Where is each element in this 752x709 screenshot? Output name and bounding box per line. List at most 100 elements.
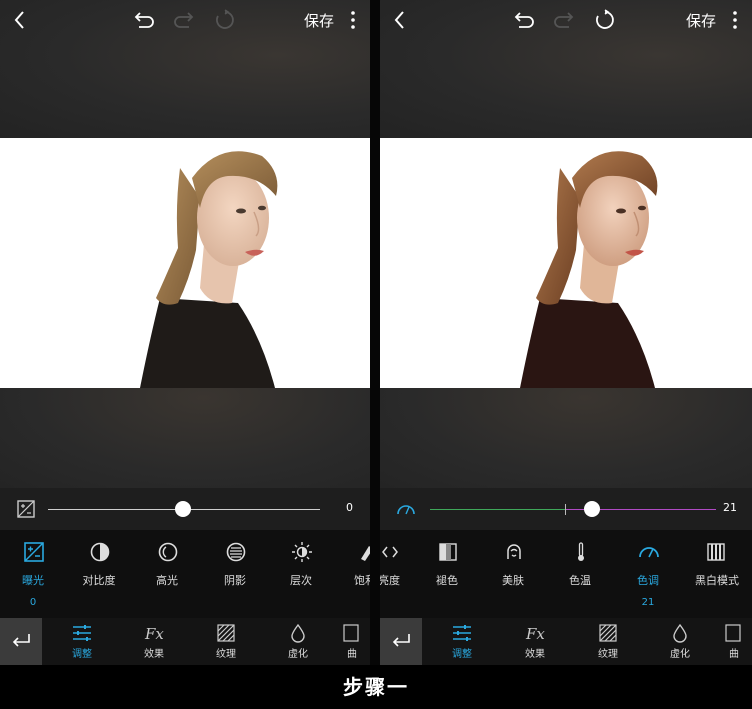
slider-knob[interactable] — [175, 501, 191, 517]
tool-label: 褪色 — [436, 574, 458, 587]
nav-label: 纹理 — [598, 649, 618, 660]
nav-label: 曲 — [347, 649, 357, 660]
nav-effect[interactable]: Fx 效果 — [124, 618, 184, 665]
slider-knob[interactable] — [584, 501, 600, 517]
back-icon[interactable] — [10, 8, 30, 32]
nav-label: 虚化 — [670, 649, 690, 660]
editor-panel-after: 保存 21 亮度 褪色 美肤 色温 色调 21 黑白模式 调整 Fx 效果 纹理… — [380, 0, 752, 665]
exposure-icon — [16, 499, 36, 519]
tool-value: 0 — [29, 597, 37, 608]
tool-saturation[interactable]: 饱和 — [332, 530, 370, 618]
slider-value: 21 — [723, 501, 737, 514]
nav-effect[interactable]: Fx 效果 — [505, 618, 565, 665]
tool-label: 色温 — [569, 574, 591, 587]
return-icon — [392, 634, 410, 647]
editor-panel-before: 保存 0 曝光 0 对比度 高光 阴影 层次 饱 调整 Fx 效果 纹理 虚化 … — [0, 0, 370, 665]
saturation-icon — [355, 541, 370, 563]
tool-label: 高光 — [156, 574, 178, 587]
nav-label: 效果 — [144, 649, 164, 660]
structure-icon — [291, 541, 313, 563]
tool-label: 色调 — [637, 574, 659, 587]
panel-separator — [370, 0, 380, 665]
more-icon[interactable] — [348, 9, 358, 31]
tint-icon — [638, 541, 660, 563]
undo-icon[interactable] — [514, 10, 536, 30]
top-toolbar: 保存 — [380, 0, 752, 40]
portrait-photo — [0, 138, 370, 388]
exposure-icon — [23, 541, 45, 563]
photo-preview — [380, 138, 752, 388]
slider-track-green[interactable] — [430, 509, 566, 510]
photo-preview — [0, 138, 370, 388]
tool-label: 曝光 — [22, 574, 44, 587]
return-icon — [12, 634, 30, 647]
fade-icon — [437, 541, 459, 563]
svg-text:Fx: Fx — [525, 625, 545, 643]
tool-fade[interactable]: 褪色 — [414, 530, 480, 618]
top-toolbar: 保存 — [0, 0, 370, 40]
tool-contrast[interactable]: 对比度 — [66, 530, 132, 618]
tool-structure[interactable]: 层次 — [268, 530, 334, 618]
bw-mode-icon — [705, 541, 727, 563]
slider-center-mark — [565, 504, 566, 515]
shadow-icon — [225, 541, 247, 563]
effect-icon: Fx — [525, 623, 545, 643]
redo-icon[interactable] — [552, 10, 574, 30]
photo-backdrop-bottom — [0, 388, 370, 488]
nav-adjust[interactable]: 调整 — [52, 618, 112, 665]
effect-icon: Fx — [144, 623, 164, 643]
nav-label: 调整 — [452, 649, 472, 660]
tool-skin[interactable]: 美肤 — [480, 530, 546, 618]
highlight-icon — [157, 541, 179, 563]
tool-exposure[interactable]: 曝光 0 — [0, 530, 66, 618]
tool-highlight[interactable]: 高光 — [134, 530, 200, 618]
nav-texture[interactable]: 纹理 — [196, 618, 256, 665]
bottom-nav: 调整 Fx 效果 纹理 虚化 曲 — [0, 618, 370, 665]
tool-tint[interactable]: 色调 21 — [615, 530, 681, 618]
nav-back-button[interactable] — [380, 618, 422, 665]
save-button[interactable]: 保存 — [686, 10, 716, 31]
tool-label: 对比度 — [82, 574, 116, 587]
tool-bw-mode[interactable]: 黑白模式 — [682, 530, 752, 618]
tools-row: 曝光 0 对比度 高光 阴影 层次 饱 — [0, 530, 370, 618]
nav-curve[interactable]: 曲 — [334, 618, 370, 665]
nav-back-button[interactable] — [0, 618, 42, 665]
slider-value: 0 — [346, 501, 353, 514]
nav-label: 调整 — [72, 649, 92, 660]
adjust-slider-row: 21 — [380, 488, 752, 530]
more-icon[interactable] — [730, 9, 740, 31]
tool-shadow[interactable]: 阴影 — [202, 530, 268, 618]
tool-temperature[interactable]: 色温 — [547, 530, 613, 618]
nav-label: 效果 — [525, 649, 545, 660]
nav-curve[interactable]: 曲 — [716, 618, 752, 665]
nav-blur[interactable]: 虚化 — [268, 618, 328, 665]
texture-icon — [598, 623, 618, 643]
adjust-icon — [72, 623, 92, 643]
redo-icon[interactable] — [172, 10, 194, 30]
tool-label: 饱和 — [354, 574, 370, 587]
nav-blur[interactable]: 虚化 — [650, 618, 710, 665]
back-icon[interactable] — [390, 8, 410, 32]
blur-icon — [288, 623, 308, 643]
tool-label: 美肤 — [502, 574, 524, 587]
bottom-nav: 调整 Fx 效果 纹理 虚化 曲 — [380, 618, 752, 665]
svg-text:Fx: Fx — [144, 625, 164, 643]
nav-adjust[interactable]: 调整 — [432, 618, 492, 665]
curve-icon — [724, 623, 744, 643]
save-button[interactable]: 保存 — [304, 10, 334, 31]
undo-icon[interactable] — [134, 10, 156, 30]
curve-icon — [342, 623, 362, 643]
reset-icon[interactable] — [594, 9, 616, 31]
step-caption: 步骤一 — [343, 675, 409, 699]
tint-icon — [396, 499, 416, 519]
adjust-slider-row: 0 — [0, 488, 370, 530]
nav-label: 纹理 — [216, 649, 236, 660]
reset-icon[interactable] — [214, 9, 236, 31]
photo-backdrop-bottom — [380, 388, 752, 488]
blur-icon — [670, 623, 690, 643]
brightness-icon — [380, 541, 401, 563]
nav-label: 曲 — [729, 649, 739, 660]
tool-label: 层次 — [290, 574, 312, 587]
nav-texture[interactable]: 纹理 — [578, 618, 638, 665]
tool-label: 黑白模式 — [695, 574, 739, 587]
